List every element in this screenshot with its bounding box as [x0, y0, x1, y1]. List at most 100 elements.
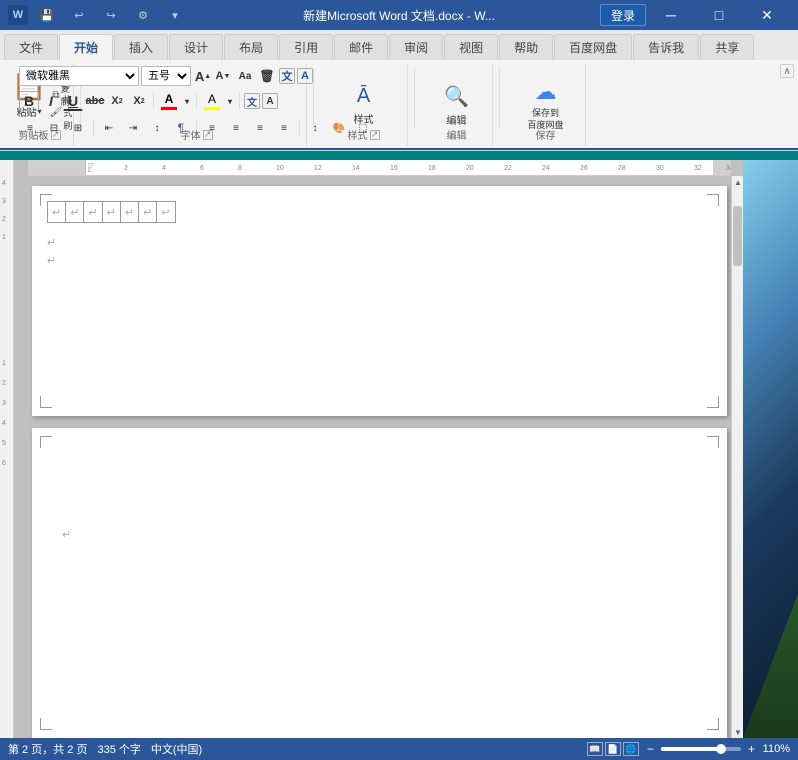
language: 中文(中国): [151, 741, 202, 757]
group-editing: 🔍 编辑 编辑: [421, 64, 493, 146]
tab-layout[interactable]: 布局: [224, 34, 278, 60]
list-number-btn[interactable]: ⊟: [43, 118, 65, 138]
highlight-btn[interactable]: A: [201, 90, 223, 112]
undo-btn[interactable]: ↩: [66, 4, 92, 26]
baidu-icon: ☁: [535, 79, 557, 105]
tab-help[interactable]: 帮助: [499, 34, 553, 60]
decrease-indent-btn[interactable]: ⇤: [98, 118, 120, 138]
styles-label: 样式: [354, 111, 374, 126]
strikethrough-btn[interactable]: abc: [85, 91, 105, 111]
vertical-scrollbar[interactable]: ▲ ▼: [731, 176, 743, 738]
close-btn[interactable]: ✕: [744, 0, 790, 30]
justify-btn[interactable]: ≡: [273, 118, 295, 138]
divider-3: [239, 93, 240, 109]
editing-label: 编辑: [447, 112, 467, 127]
tab-file[interactable]: 文件: [4, 34, 58, 60]
tab-tellme[interactable]: 告诉我: [633, 34, 699, 60]
doc-page-2[interactable]: ↵: [32, 428, 727, 738]
font-color-btn[interactable]: A: [158, 90, 180, 112]
corner-tl-2: [40, 436, 52, 448]
ruler-mark-2: 2: [2, 216, 6, 223]
divider-font: [153, 93, 154, 109]
zoom-slider[interactable]: [661, 747, 741, 751]
main-area: 4 3 2 1 1 2 3 4 5 6 ▽ L 2 4 6: [0, 160, 798, 738]
tab-design[interactable]: 设计: [169, 34, 223, 60]
page-info: 第 2 页，共 2 页: [8, 741, 87, 757]
align-right-btn[interactable]: ≡: [249, 118, 271, 138]
minimize-btn[interactable]: ─: [648, 0, 694, 30]
align-center-btn[interactable]: ≡: [225, 118, 247, 138]
font-size-shrink-btn[interactable]: A▼: [213, 66, 233, 86]
tab-bar: 文件 开始 插入 设计 布局 引用 邮件 审阅 视图 帮助 百度网盘 告诉我 共…: [0, 30, 798, 60]
editing-button[interactable]: 🔍 编辑: [434, 77, 480, 133]
zoom-controls: − + 110%: [647, 742, 790, 756]
font-more-btn-2[interactable]: A: [262, 93, 278, 109]
font-more-btn-1[interactable]: 文: [244, 93, 260, 109]
corner-bl-2: [40, 718, 52, 730]
scroll-down-btn[interactable]: ▼: [732, 726, 744, 738]
left-ruler: 4 3 2 1 1 2 3 4 5 6: [0, 160, 14, 738]
ruler-mark-3b: 3: [2, 400, 6, 407]
increase-indent-btn[interactable]: ⇥: [122, 118, 144, 138]
status-left: 第 2 页，共 2 页 335 个字 中文(中国): [8, 741, 587, 757]
desktop-background: [743, 160, 798, 738]
sort-btn[interactable]: ↕: [146, 118, 168, 138]
font-color-dropdown-btn[interactable]: ▾: [182, 91, 192, 111]
tab-share[interactable]: 共享: [700, 34, 754, 60]
superscript-btn[interactable]: X2: [129, 91, 149, 111]
tab-references[interactable]: 引用: [279, 34, 333, 60]
redo-btn[interactable]: ↪: [98, 4, 124, 26]
read-mode-btn[interactable]: 📖: [587, 742, 603, 756]
left-ruler-marks: 4 3 2 1 1 2 3 4 5 6: [0, 160, 13, 738]
bold-btn[interactable]: B: [19, 91, 39, 111]
font-color-icon: A: [165, 92, 174, 106]
autosave-btn[interactable]: ⚙: [130, 4, 156, 26]
tab-mailing[interactable]: 邮件: [334, 34, 388, 60]
more-quick-btn[interactable]: ▾: [162, 4, 188, 26]
corner-bl-1: [40, 396, 52, 408]
font-size-select[interactable]: 五号: [141, 66, 191, 86]
zoom-fill: [661, 747, 721, 751]
mountain-graphic: [743, 558, 798, 738]
styles-expand-btn[interactable]: ↗: [370, 130, 380, 140]
tab-home[interactable]: 开始: [59, 34, 113, 60]
tab-insert[interactable]: 插入: [114, 34, 168, 60]
subscript-btn[interactable]: X2: [107, 91, 127, 111]
tab-view[interactable]: 视图: [444, 34, 498, 60]
ruler-mark-3: 3: [2, 198, 6, 205]
case-btn[interactable]: Aa: [235, 66, 255, 86]
font-extra-btn[interactable]: A: [297, 68, 313, 84]
maximize-btn[interactable]: □: [696, 0, 742, 30]
view-mode-btns: 📖 📄 🌐: [587, 742, 639, 756]
tab-review[interactable]: 审阅: [389, 34, 443, 60]
save-quick-btn[interactable]: 💾: [34, 4, 60, 26]
tab-baidu[interactable]: 百度网盘: [554, 34, 632, 60]
italic-btn[interactable]: I: [41, 91, 61, 111]
doc-table: ↵ ↵ ↵ ↵ ↵ ↵ ↵: [47, 201, 176, 223]
font-size-grow-btn[interactable]: A▲: [193, 66, 213, 86]
clear-format-btn[interactable]: 🗑: [257, 66, 277, 86]
styles-button[interactable]: Ā 样式: [341, 77, 387, 133]
editing-icon: 🔍: [444, 84, 469, 109]
save-baidu-button[interactable]: ☁ 保存到 百度网盘: [523, 77, 569, 133]
login-button[interactable]: 登录: [600, 4, 646, 26]
list-bullet-btn[interactable]: ≡: [19, 118, 41, 138]
cell-return-4: ↵: [103, 205, 120, 221]
wen-icon[interactable]: 文: [279, 68, 295, 84]
zoom-out-btn[interactable]: −: [647, 742, 654, 756]
zoom-thumb[interactable]: [716, 744, 726, 754]
scroll-up-btn[interactable]: ▲: [732, 176, 744, 188]
highlight-dropdown-btn[interactable]: ▾: [225, 91, 235, 111]
doc-container[interactable]: ↵ ↵ ↵ ↵ ↵ ↵ ↵ ↵ ↵: [28, 176, 731, 738]
doc-page-1[interactable]: ↵ ↵ ↵ ↵ ↵ ↵ ↵ ↵ ↵: [32, 186, 727, 416]
multilevel-btn[interactable]: ⊞: [67, 118, 89, 138]
group-font: 微软雅黑 五号 A▲ A▼ Aa 🗑 文 A B: [87, 64, 307, 146]
web-view-btn[interactable]: 🌐: [623, 742, 639, 756]
print-view-btn[interactable]: 📄: [605, 742, 621, 756]
font-expand-btn[interactable]: ↗: [203, 130, 213, 140]
scroll-thumb[interactable]: [733, 206, 742, 266]
underline-btn[interactable]: U: [63, 91, 83, 111]
font-name-select[interactable]: 微软雅黑: [19, 66, 139, 86]
zoom-in-btn[interactable]: +: [748, 742, 755, 756]
ribbon-collapse-btn[interactable]: ∧: [780, 64, 794, 78]
